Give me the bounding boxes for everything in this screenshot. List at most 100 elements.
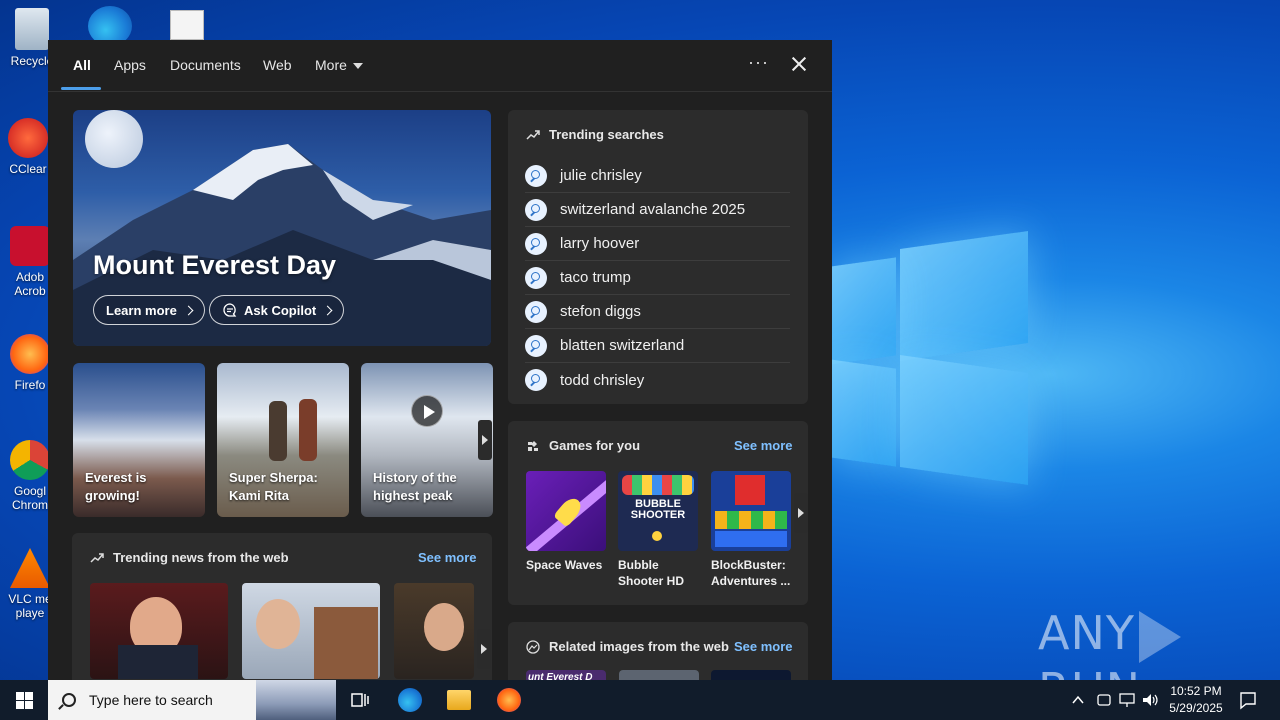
card-history-highest-peak[interactable]: History of the highest peak (361, 363, 493, 517)
tab-apps[interactable]: Apps (114, 57, 146, 73)
hero-title: Mount Everest Day (93, 250, 337, 280)
game-space-waves[interactable]: Space Waves (526, 471, 606, 573)
tab-more[interactable]: More (315, 57, 363, 73)
chevron-up-icon[interactable] (1070, 692, 1086, 708)
anyrun-watermark: ANYRUN (1038, 606, 1280, 680)
search-icon (62, 693, 76, 707)
acrobat-icon (10, 226, 50, 266)
trending-search-item[interactable]: larry hoover (525, 227, 790, 261)
games-section: Games for you See more Space Waves BUBBL… (508, 421, 808, 605)
hero-card-mount-everest[interactable]: Mount Everest Day Learn more Ask Copilot (73, 110, 491, 346)
related-images-heading: Related images from the web (526, 639, 729, 654)
game-name: Space Waves (526, 558, 603, 572)
trending-searches-section: Trending searches julie chrisley switzerl… (508, 110, 808, 404)
file-explorer-icon[interactable] (447, 690, 471, 710)
edge-taskbar-icon[interactable] (398, 688, 422, 712)
climber-figure (269, 401, 287, 461)
trending-search-item[interactable]: julie chrisley (525, 159, 790, 193)
learn-more-button[interactable]: Learn more (93, 295, 205, 325)
related-images-section: Related images from the web See more unt… (508, 622, 808, 680)
news-see-more-link[interactable]: See more (418, 550, 477, 565)
desktop-icon-label: VLC me playe (8, 592, 52, 620)
more-options-icon[interactable]: ··· (748, 52, 769, 73)
block-row (715, 531, 787, 547)
game-name: BlockBuster: Adventures ... (711, 558, 791, 588)
news-thumbnail[interactable] (90, 583, 228, 679)
space-waves-thumbnail (526, 471, 606, 551)
blockbuster-thumbnail (711, 471, 791, 551)
news-next-arrow[interactable] (477, 629, 491, 669)
search-placeholder: Type here to search (89, 692, 213, 708)
volume-icon[interactable] (1141, 691, 1159, 709)
tab-web[interactable]: Web (263, 57, 292, 73)
carousel-next-arrow[interactable] (478, 420, 492, 460)
meet-now-icon[interactable] (1095, 691, 1113, 709)
notifications-icon[interactable] (1238, 690, 1258, 710)
trending-search-label: blatten switzerland (560, 337, 685, 354)
trending-search-label: taco trump (560, 269, 631, 286)
desktop-icon-label: Googl Chrom (11, 484, 48, 512)
tab-documents[interactable]: Documents (170, 57, 241, 73)
news-thumbnail[interactable] (242, 583, 380, 679)
game-bubble-shooter[interactable]: BUBBLE SHOOTER Bubble Shooter HD (618, 471, 698, 589)
related-image-thumbnail[interactable] (711, 670, 791, 680)
building-image (314, 607, 378, 679)
desktop-icon-ccleaner[interactable]: CClear (4, 118, 52, 176)
desktop-icon-firefox[interactable]: Firefo (6, 334, 54, 392)
games-see-more-link[interactable]: See more (734, 438, 793, 453)
clock-time: 10:52 PM (1170, 684, 1222, 698)
desktop-icon-acrobat[interactable]: Adob Acrob (6, 226, 54, 298)
close-icon[interactable] (789, 54, 809, 74)
trending-search-item[interactable]: blatten switzerland (525, 329, 790, 363)
related-image-thumbnail[interactable]: unt Everest D (526, 670, 606, 680)
trending-searches-title: Trending searches (549, 127, 664, 142)
block-row (715, 511, 787, 529)
task-view-icon[interactable] (348, 688, 372, 712)
taskbar-clock[interactable]: 10:52 PM 5/29/2025 (1160, 683, 1232, 717)
learn-more-label: Learn more (106, 302, 177, 318)
network-icon[interactable] (1118, 691, 1136, 709)
file-desktop-icon[interactable] (170, 10, 204, 40)
image-icon (526, 639, 540, 654)
card-caption: Everest is growing! (85, 470, 147, 503)
trending-arrow-icon (90, 552, 104, 563)
related-image-thumbnail[interactable] (619, 670, 699, 680)
bubble-shooter-thumbnail: BUBBLE SHOOTER (618, 471, 698, 551)
search-icon (525, 300, 547, 323)
card-caption: History of the highest peak (373, 470, 457, 503)
person-face (256, 599, 300, 649)
taskbar-search-box[interactable]: Type here to search (48, 680, 336, 720)
tab-all[interactable]: All (73, 57, 91, 73)
card-super-sherpa[interactable]: Super Sherpa: Kami Rita (217, 363, 349, 517)
card-everest-growing[interactable]: Everest is growing! (73, 363, 205, 517)
firefox-taskbar-icon[interactable] (497, 688, 521, 712)
images-see-more-link[interactable]: See more (734, 639, 793, 654)
trending-search-label: larry hoover (560, 235, 640, 252)
trending-search-item[interactable]: switzerland avalanche 2025 (525, 193, 790, 227)
ask-copilot-button[interactable]: Ask Copilot (209, 295, 345, 325)
trending-news-title: Trending news from the web (113, 550, 289, 565)
trending-search-item[interactable]: todd chrisley (525, 363, 790, 397)
person-face (424, 603, 464, 651)
search-panel: All Apps Documents Web More ··· Mount Ev… (48, 40, 832, 680)
red-block (735, 475, 765, 505)
desktop-icon-label: Adob Acrob (14, 270, 46, 298)
news-thumbnail[interactable] (394, 583, 474, 679)
trending-search-item[interactable]: taco trump (525, 261, 790, 295)
desktop-icon-chrome[interactable]: Googl Chrom (6, 440, 54, 512)
windows-start-icon[interactable] (16, 692, 33, 709)
trending-news-section: Trending news from the web See more (72, 533, 492, 680)
clock-date: 5/29/2025 (1169, 701, 1223, 715)
recycle-bin-icon (15, 8, 49, 50)
trending-news-heading: Trending news from the web (90, 550, 289, 565)
play-icon[interactable] (411, 395, 443, 427)
desktop-icon-label: CClear (9, 162, 47, 176)
related-images-title: Related images from the web (549, 639, 729, 654)
search-icon (525, 198, 547, 221)
search-icon (525, 266, 547, 289)
chrome-icon (10, 440, 50, 480)
trending-search-item[interactable]: stefon diggs (525, 295, 790, 329)
desktop-icon-vlc[interactable]: VLC me playe (6, 548, 54, 620)
games-next-arrow[interactable] (794, 493, 808, 533)
game-blockbuster[interactable]: BlockBuster: Adventures ... (711, 471, 791, 589)
